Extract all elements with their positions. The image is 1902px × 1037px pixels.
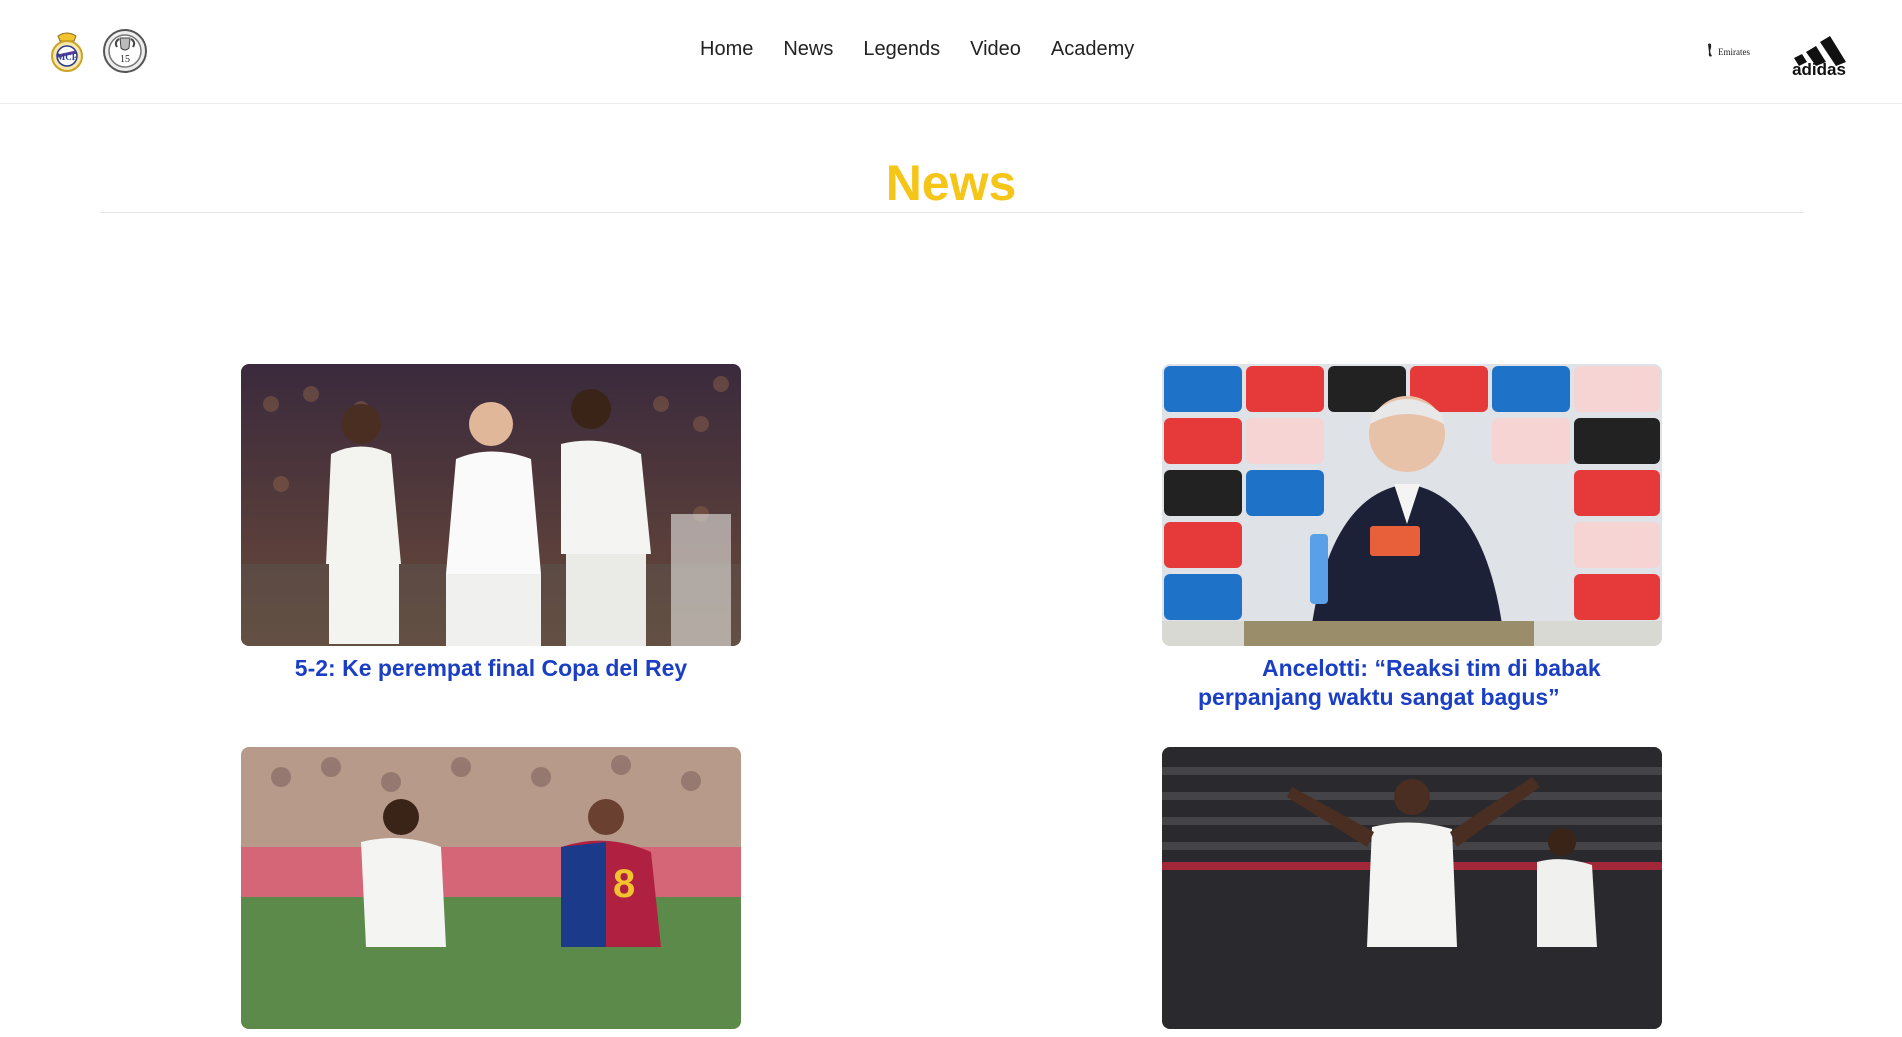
- page-title: News: [885, 155, 1017, 211]
- news-card[interactable]: [1162, 747, 1662, 1037]
- real-madrid-crest-icon[interactable]: MCF: [44, 28, 90, 74]
- ucl-15-trophy-badge-icon[interactable]: 15: [102, 28, 148, 74]
- jersey-number: 8: [613, 862, 635, 906]
- nav-video-link[interactable]: Video: [970, 38, 1021, 61]
- player-celebration-stadium-photo[interactable]: [1162, 747, 1662, 1029]
- emirates-logo-text: Emirates: [1718, 47, 1750, 57]
- adidas-logo-text: adidas: [1792, 60, 1846, 76]
- site-header: MCF 15 Home News Legends Video Academy E…: [0, 0, 1902, 104]
- ucl-badge-number: 15: [120, 54, 130, 65]
- nav-academy-link[interactable]: Academy: [1051, 38, 1134, 61]
- emirates-logo-icon[interactable]: Emirates: [1706, 38, 1762, 64]
- news-card[interactable]: 5-2: Ke perempat final Copa del Rey: [241, 364, 741, 683]
- news-card[interactable]: 8: [241, 747, 741, 1037]
- news-card-title[interactable]: Ancelotti: “Reaksi tim di babak perpanja…: [1162, 654, 1662, 712]
- press-conference-photo[interactable]: [1162, 364, 1662, 646]
- nav-home-link[interactable]: Home: [700, 38, 753, 61]
- news-card-title[interactable]: 5-2: Ke perempat final Copa del Rey: [241, 654, 741, 683]
- adidas-logo-icon[interactable]: adidas: [1782, 26, 1856, 79]
- match-action-photo[interactable]: 8: [241, 747, 741, 1029]
- nav-news-link[interactable]: News: [783, 38, 833, 61]
- main-nav: Home News Legends Video Academy: [700, 38, 1460, 61]
- nav-legends-link[interactable]: Legends: [863, 38, 940, 61]
- svg-text:MCF: MCF: [57, 52, 78, 62]
- players-celebrating-photo[interactable]: [241, 364, 741, 646]
- news-card[interactable]: Ancelotti: “Reaksi tim di babak perpanja…: [1162, 364, 1662, 712]
- title-divider: [100, 212, 1804, 213]
